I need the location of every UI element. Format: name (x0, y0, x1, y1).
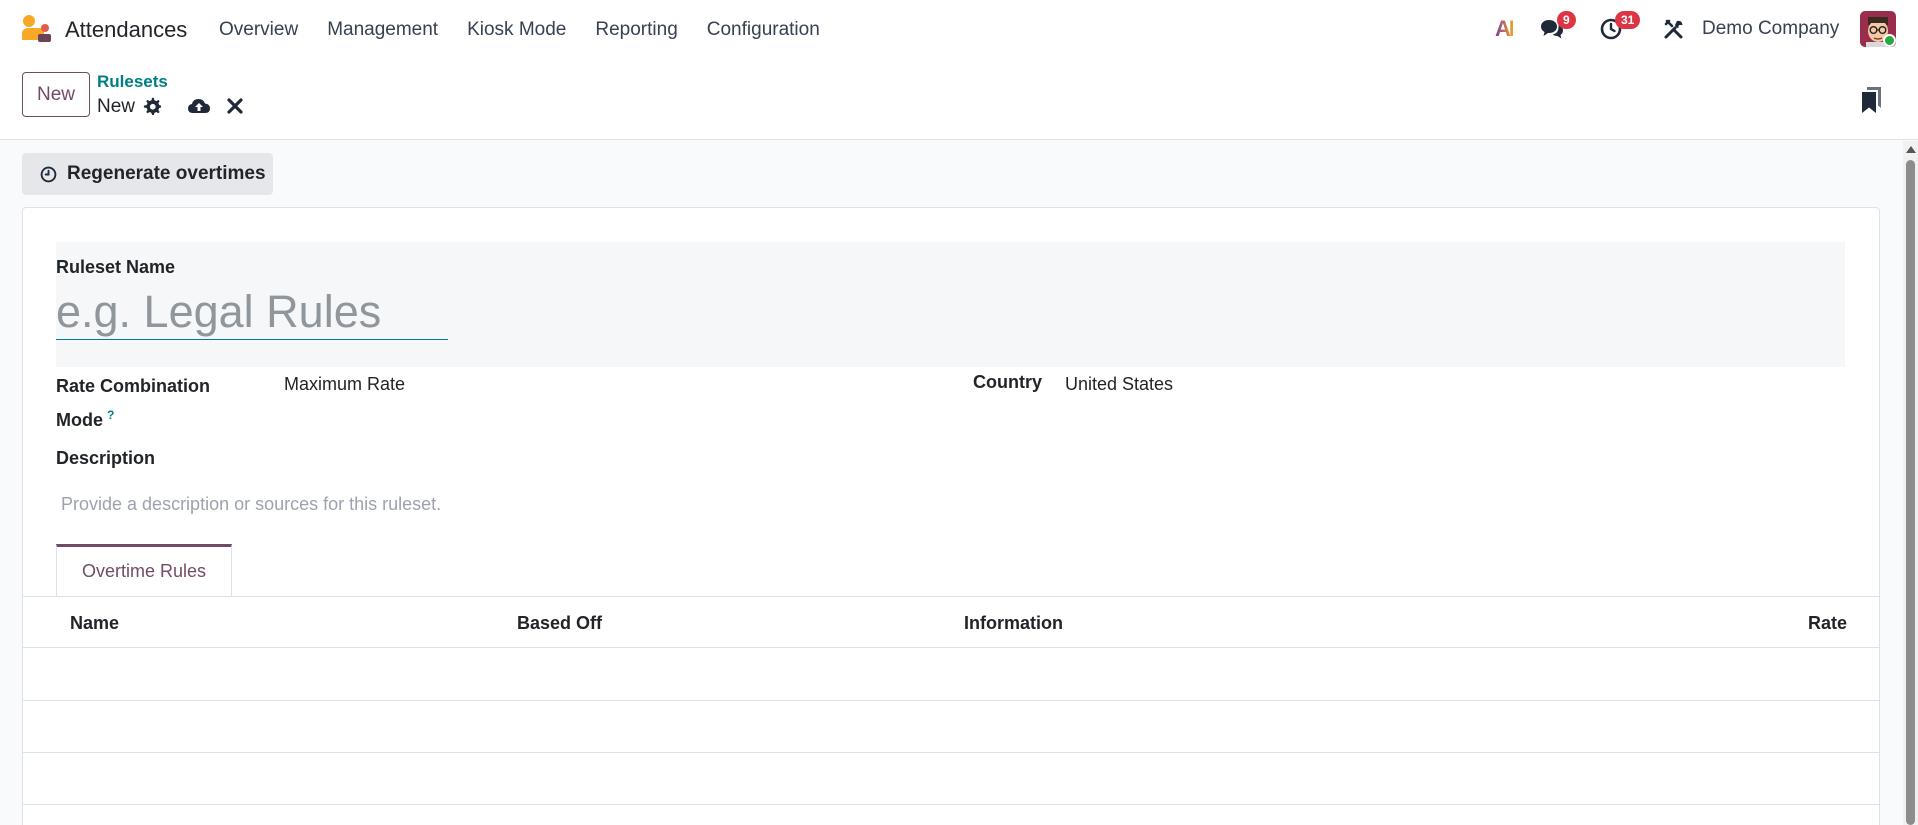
table-row (23, 649, 1880, 701)
rate-combination-mode-label-text: Rate Combination Mode (56, 376, 211, 430)
ai-icon-label: AI (1495, 16, 1515, 41)
column-information[interactable]: Information (964, 613, 1063, 634)
breadcrumb-rulesets[interactable]: Rulesets (97, 72, 168, 92)
table-header: Name Based Off Information Rate (23, 597, 1880, 648)
discard-close-icon[interactable] (227, 98, 243, 114)
table-row (23, 753, 1880, 805)
activities-badge: 31 (1615, 11, 1641, 29)
tools-icon[interactable] (1663, 18, 1685, 40)
ai-icon[interactable]: AI (1495, 16, 1515, 42)
menu-reporting[interactable]: Reporting (595, 19, 677, 41)
column-based-off[interactable]: Based Off (517, 613, 602, 634)
control-panel: New Rulesets New (0, 58, 1918, 140)
description-field[interactable]: Provide a description or sources for thi… (61, 494, 441, 515)
cloud-upload-save-icon[interactable] (188, 96, 210, 116)
ruleset-name-input[interactable] (56, 285, 448, 340)
breadcrumb-current: New (97, 96, 136, 117)
menu-kiosk-mode[interactable]: Kiosk Mode (467, 19, 566, 41)
app-name[interactable]: Attendances (65, 17, 187, 43)
description-label: Description (56, 448, 156, 468)
ruleset-name-label: Ruleset Name (56, 257, 176, 277)
clock-icon (40, 166, 57, 183)
top-navbar: Attendances Overview Management Kiosk Mo… (0, 0, 1918, 58)
menu-configuration[interactable]: Configuration (707, 19, 820, 41)
new-button[interactable]: New (22, 72, 90, 117)
company-switcher[interactable]: Demo Company (1702, 18, 1839, 40)
tab-overtime-rules[interactable]: Overtime Rules (56, 544, 232, 597)
scroll-up-arrow-icon[interactable] (1906, 146, 1916, 153)
gear-icon[interactable] (143, 97, 162, 116)
menu-management[interactable]: Management (327, 19, 438, 41)
messages-badge: 9 (1557, 11, 1576, 29)
bookmark-icon[interactable] (1860, 86, 1882, 114)
main-menu: Overview Management Kiosk Mode Reporting… (219, 19, 849, 41)
scrollbar-thumb[interactable] (1906, 160, 1915, 825)
online-status-dot (1883, 34, 1896, 47)
menu-overview[interactable]: Overview (219, 19, 298, 41)
country-label: Country (973, 372, 1042, 392)
help-tooltip-icon[interactable]: ? (107, 408, 114, 422)
rate-combination-mode-label: Rate Combination Mode? (56, 372, 256, 435)
attendances-app-icon[interactable] (20, 14, 52, 44)
country-field[interactable]: United States (1065, 374, 1173, 395)
table-row (23, 701, 1880, 753)
column-rate[interactable]: Rate (1808, 613, 1847, 634)
regenerate-overtimes-button[interactable]: Regenerate overtimes (22, 153, 273, 195)
rate-combination-mode-select[interactable]: Maximum Rate (284, 374, 405, 395)
column-name[interactable]: Name (70, 613, 119, 634)
